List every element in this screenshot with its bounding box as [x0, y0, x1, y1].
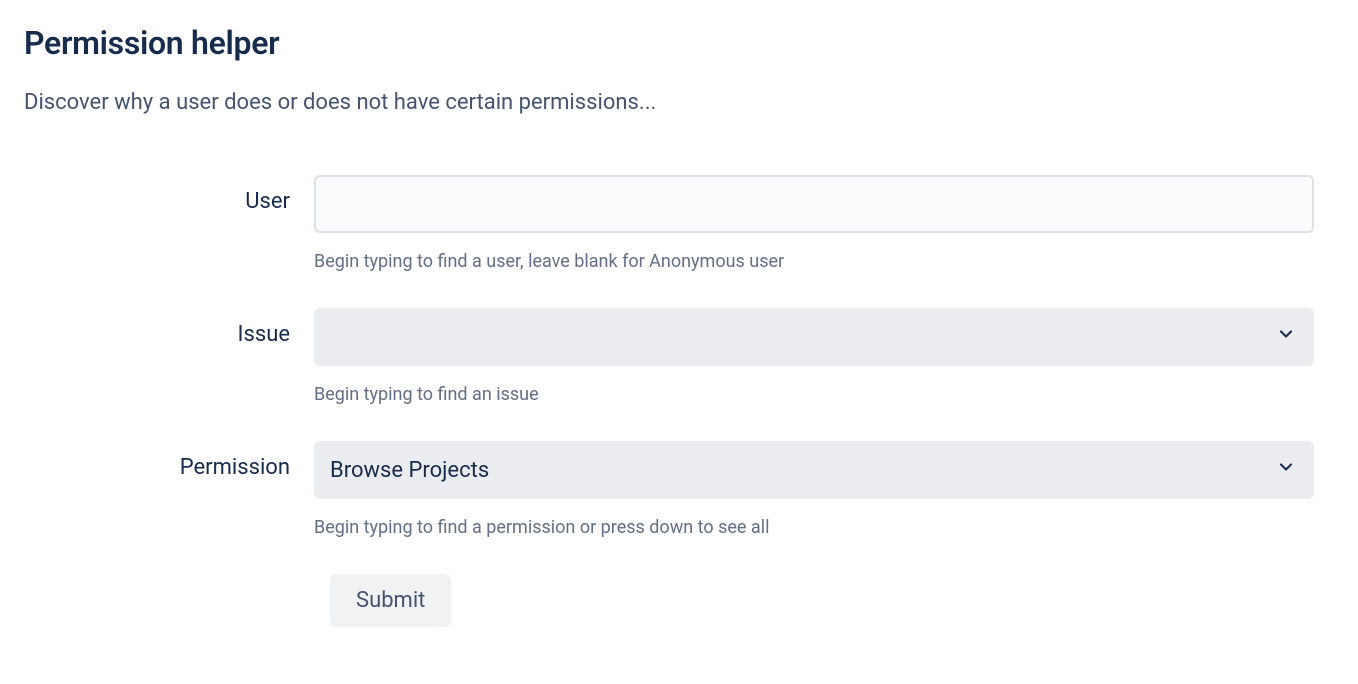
issue-control-wrapper: Begin typing to find an issue [314, 308, 1314, 405]
issue-select[interactable] [314, 308, 1314, 366]
user-control-wrapper: Begin typing to find a user, leave blank… [314, 175, 1314, 272]
form-row-issue: Issue Begin typing to find an issue [24, 308, 1334, 405]
page-title: Permission helper [24, 24, 1334, 62]
permission-select[interactable]: Browse Projects [314, 441, 1314, 499]
permission-label: Permission [24, 441, 314, 480]
permission-select-value: Browse Projects [330, 458, 1264, 483]
user-input[interactable] [314, 175, 1314, 233]
form-row-permission: Permission Browse Projects Begin typing … [24, 441, 1334, 538]
user-label: User [24, 175, 314, 214]
page-description: Discover why a user does or does not hav… [24, 90, 1334, 115]
submit-button[interactable]: Submit [330, 574, 451, 627]
chevron-down-icon [1276, 457, 1296, 483]
user-helper-text: Begin typing to find a user, leave blank… [314, 251, 1314, 272]
issue-label: Issue [24, 308, 314, 347]
permission-helper-text: Begin typing to find a permission or pre… [314, 517, 1314, 538]
issue-helper-text: Begin typing to find an issue [314, 384, 1314, 405]
chevron-down-icon [1276, 324, 1296, 350]
submit-row: Submit [314, 574, 1334, 627]
permission-control-wrapper: Browse Projects Begin typing to find a p… [314, 441, 1314, 538]
form-row-user: User Begin typing to find a user, leave … [24, 175, 1334, 272]
